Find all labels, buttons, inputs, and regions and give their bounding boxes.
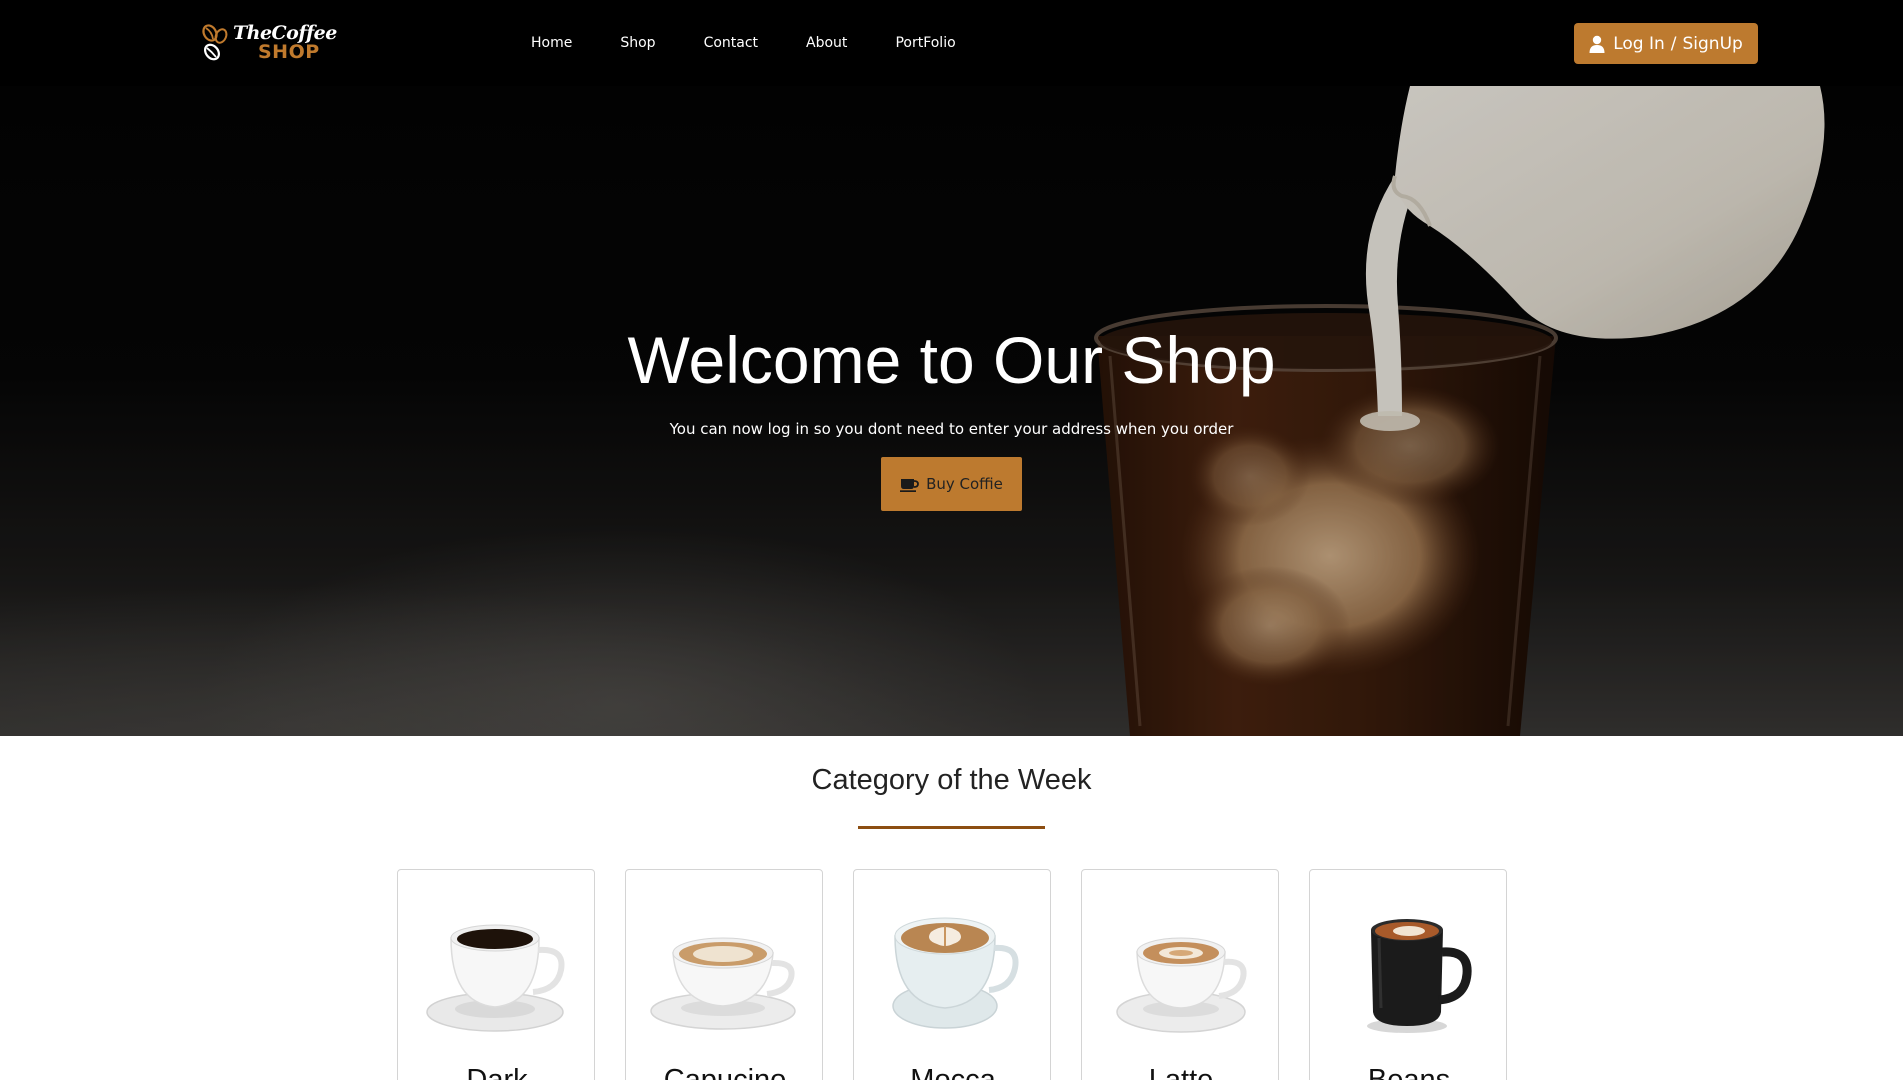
category-card-beans[interactable]: Beans: [1309, 869, 1507, 1080]
login-separator: /: [1670, 33, 1677, 54]
hero-subtitle: You can now log in so you dont need to e…: [669, 420, 1234, 438]
buy-coffee-label: Buy Coffie: [926, 475, 1003, 493]
category-label: Latte: [1148, 1064, 1214, 1080]
category-cards: Dark Capucino Mocca Latte Beans: [397, 869, 1507, 1080]
coffee-cup-icon: [900, 478, 919, 492]
category-label: Dark: [466, 1064, 528, 1080]
category-card-latte[interactable]: Latte: [1081, 869, 1279, 1080]
section-divider: [858, 826, 1045, 829]
nav-link-about[interactable]: About: [806, 35, 847, 51]
navbar: TheCoffee SHOP Home Shop Contact About P…: [0, 0, 1903, 86]
nav-link-portfolio[interactable]: PortFolio: [895, 35, 955, 51]
signup-label: SignUp: [1682, 33, 1743, 54]
login-label: Log In: [1613, 33, 1665, 54]
category-card-mocca[interactable]: Mocca: [853, 869, 1051, 1080]
category-section-title: Category of the Week: [811, 764, 1092, 796]
main-navigation: Home Shop Contact About PortFolio: [531, 0, 1004, 86]
site-logo[interactable]: TheCoffee SHOP: [200, 20, 337, 66]
hero-overlay: [0, 86, 1903, 736]
logo-text-secondary: SHOP: [258, 41, 320, 63]
nav-link-home[interactable]: Home: [531, 35, 572, 51]
category-card-dark[interactable]: Dark: [397, 869, 595, 1080]
user-icon: [1589, 35, 1605, 53]
category-label: Mocca: [910, 1064, 996, 1080]
cappuccino-cup-icon: [650, 937, 796, 1030]
hero-banner: Welcome to Our Shop You can now log in s…: [0, 86, 1903, 736]
category-label: Beans: [1367, 1064, 1451, 1080]
category-card-capucino[interactable]: Capucino: [625, 869, 823, 1080]
latte-cup-icon: [1116, 937, 1247, 1033]
nav-link-shop[interactable]: Shop: [620, 35, 655, 51]
buy-coffee-button[interactable]: Buy Coffie: [881, 457, 1022, 511]
login-signup-button[interactable]: Log In / SignUp: [1574, 23, 1758, 64]
hero-title: Welcome to Our Shop: [627, 323, 1276, 397]
coffee-beans-icon: [202, 24, 228, 61]
mocca-cup-icon: [892, 917, 1019, 1029]
black-mug-icon: [1367, 919, 1472, 1033]
dark-coffee-cup-icon: [426, 924, 565, 1032]
nav-link-contact[interactable]: Contact: [704, 35, 758, 51]
category-label: Capucino: [663, 1064, 787, 1080]
